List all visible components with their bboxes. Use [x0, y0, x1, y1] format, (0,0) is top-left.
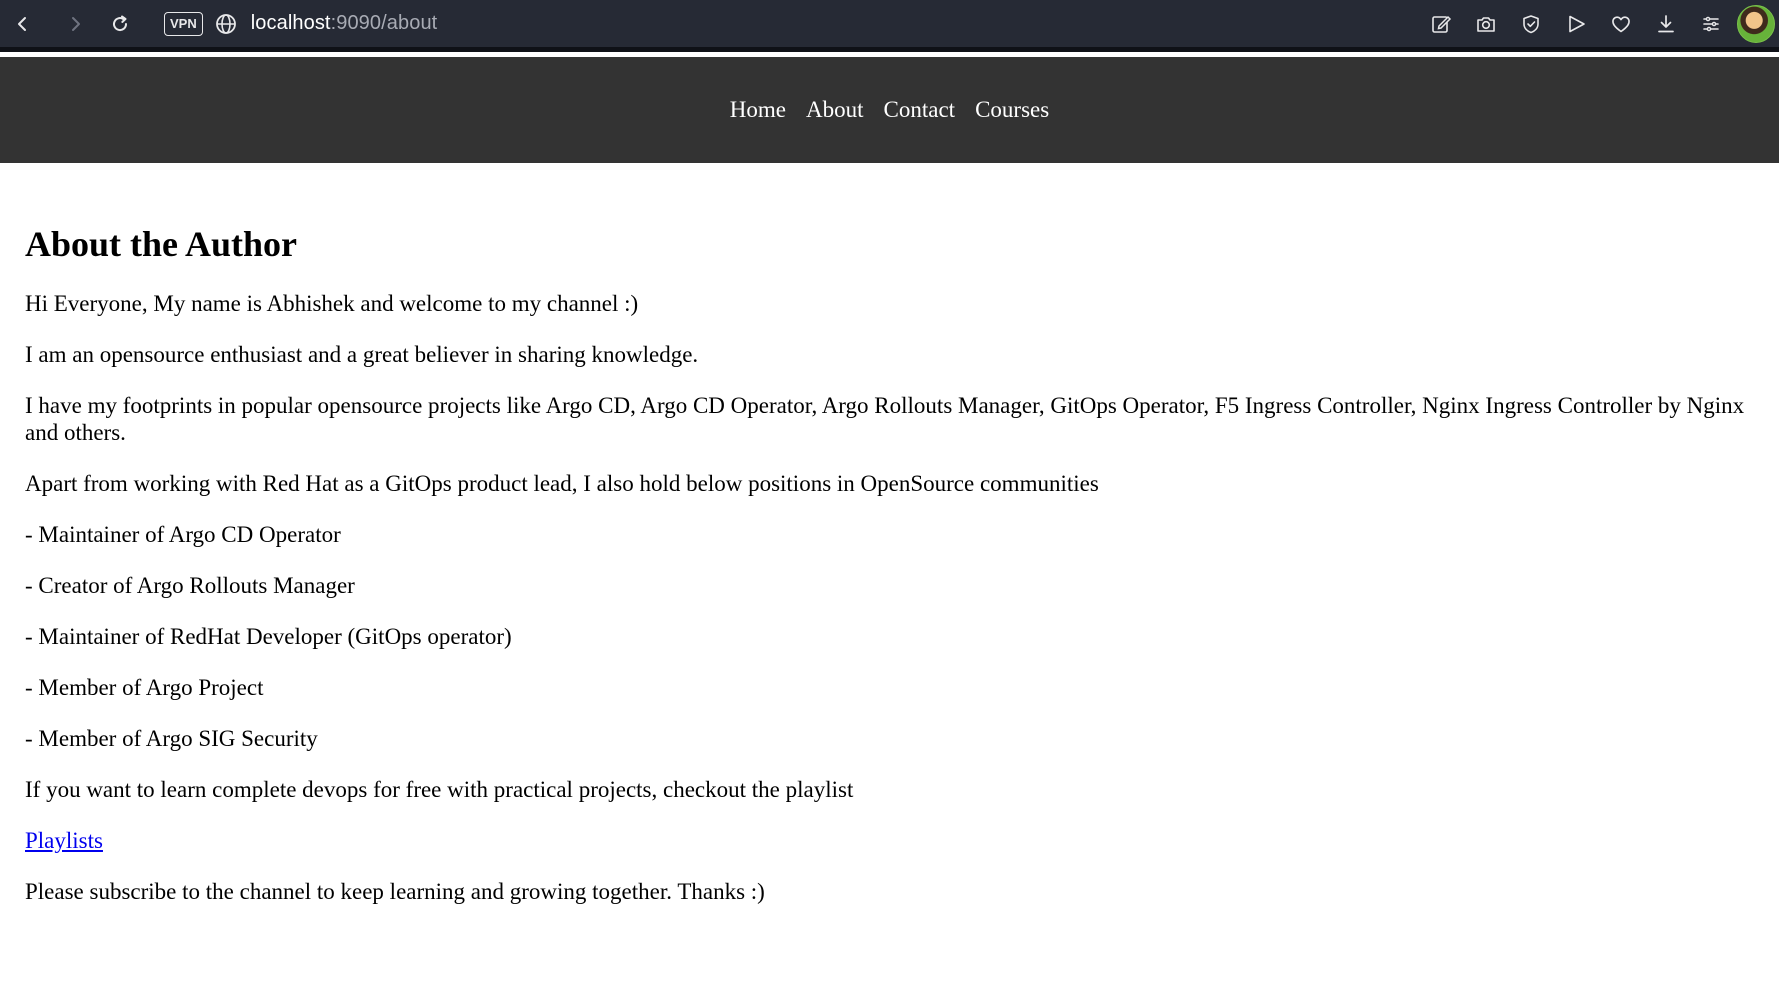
page-title: About the Author	[25, 224, 298, 264]
intro-paragraph: Hi Everyone, My name is Abhishek and wel…	[25, 291, 639, 316]
forward-button[interactable]	[54, 2, 98, 46]
site-navbar: Home About Contact Courses	[0, 57, 1779, 163]
screenshot-button[interactable]	[1463, 1, 1508, 46]
send-icon	[1568, 15, 1585, 32]
nav-contact-link[interactable]: Contact	[884, 97, 956, 123]
edit-button[interactable]	[1418, 1, 1463, 46]
reload-icon	[113, 15, 128, 31]
position-item: - Member of Argo SIG Security	[25, 726, 318, 751]
position-item: - Member of Argo Project	[25, 675, 264, 700]
vpn-badge[interactable]: VPN	[164, 11, 203, 36]
projects-paragraph: I have my footprints in popular opensour…	[25, 393, 1745, 445]
camera-icon	[1476, 16, 1495, 32]
main-content: About the Author Hi Everyone, My name is…	[25, 218, 1765, 929]
globe-icon[interactable]	[215, 13, 237, 35]
heart-icon	[1611, 15, 1630, 32]
profile-avatar[interactable]	[1737, 4, 1775, 43]
downloads-button[interactable]	[1643, 1, 1688, 46]
position-item: - Maintainer of Argo CD Operator	[25, 522, 341, 547]
send-button[interactable]	[1553, 1, 1598, 46]
nav-courses-link[interactable]: Courses	[975, 97, 1049, 123]
shield-icon	[1522, 14, 1539, 33]
shield-button[interactable]	[1508, 1, 1553, 46]
back-button[interactable]	[0, 2, 44, 46]
closing-paragraph: Please subscribe to the channel to keep …	[25, 879, 765, 904]
enthusiast-paragraph: I am an opensource enthusiast and a grea…	[25, 342, 699, 367]
playlist-paragraph: If you want to learn complete devops for…	[25, 777, 854, 802]
reload-button[interactable]	[98, 2, 142, 46]
nav-home-link[interactable]: Home	[730, 97, 786, 123]
favorite-button[interactable]	[1598, 1, 1643, 46]
menu-button[interactable]	[1688, 1, 1733, 46]
positions-paragraph: Apart from working with Red Hat as a Git…	[25, 471, 1099, 496]
download-icon	[1657, 14, 1674, 32]
nav-about-link[interactable]: About	[806, 97, 864, 123]
address-bar[interactable]: localhost:9090/about	[251, 12, 438, 35]
menu-icon	[1702, 16, 1719, 31]
playlists-link[interactable]: Playlists	[25, 828, 103, 853]
playlist-link-container: Playlists	[25, 827, 1765, 854]
position-item: - Maintainer of RedHat Developer (GitOps…	[25, 624, 512, 649]
url-host: localhost	[250, 12, 331, 34]
edit-icon	[1431, 15, 1451, 33]
position-item: - Creator of Argo Rollouts Manager	[25, 573, 355, 598]
browser-toolbar: VPN localhost:9090/about	[0, 0, 1779, 52]
chevron-right-icon	[72, 16, 80, 31]
chevron-left-icon	[18, 16, 26, 31]
url-path: :9090/about	[330, 12, 438, 34]
toolbar-actions	[1418, 0, 1779, 47]
